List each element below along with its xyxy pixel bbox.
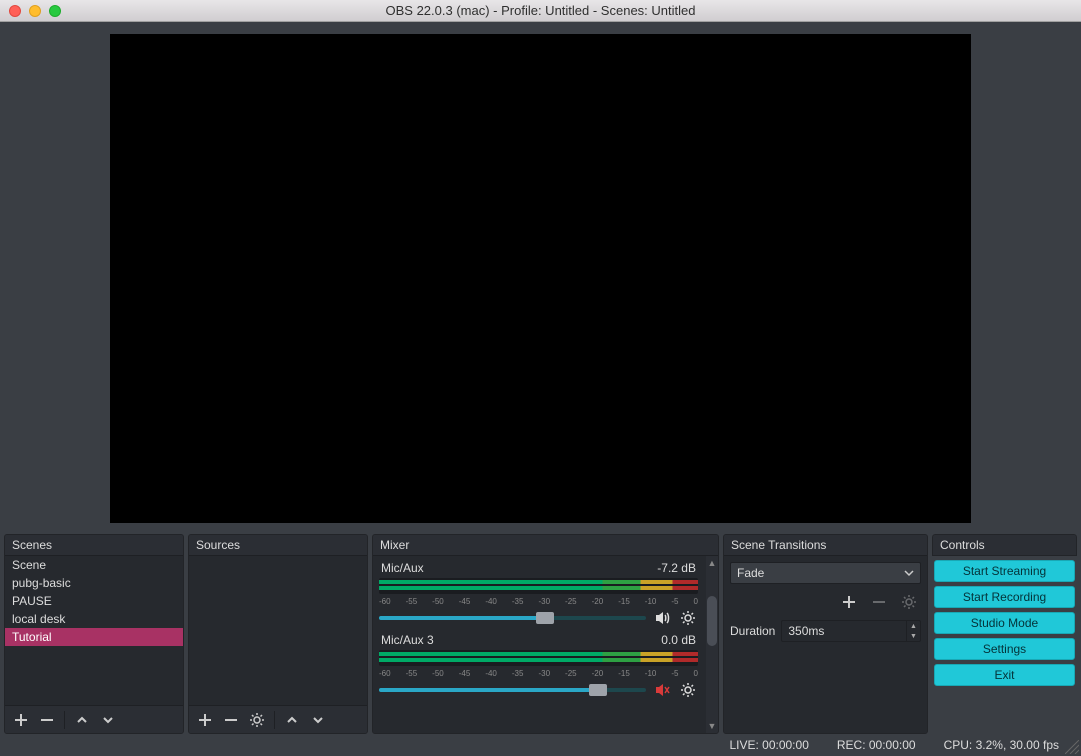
status-rec: REC: 00:00:00 [837, 738, 916, 752]
scroll-thumb[interactable] [707, 596, 717, 646]
mute-button[interactable] [652, 608, 672, 628]
mixer-panel-header: Mixer [373, 535, 718, 556]
controls-panel-header: Controls [932, 534, 1077, 556]
preview-canvas[interactable] [110, 34, 971, 523]
transitions-panel-header: Scene Transitions [724, 535, 927, 556]
remove-scene-button[interactable] [35, 709, 59, 731]
plus-icon [14, 713, 28, 727]
chevron-up-icon [286, 714, 298, 726]
start-recording-button[interactable]: Start Recording [934, 586, 1075, 608]
scroll-up-icon[interactable]: ▲ [706, 556, 718, 570]
start-streaming-button[interactable]: Start Streaming [934, 560, 1075, 582]
sources-panel-header: Sources [189, 535, 367, 556]
add-transition-button[interactable] [839, 592, 859, 612]
scene-item[interactable]: pubg-basic [5, 574, 183, 592]
chevron-down-icon [102, 714, 114, 726]
scenes-panel-header: Scenes [5, 535, 183, 556]
gear-icon [901, 594, 917, 610]
move-source-up-button[interactable] [280, 709, 304, 731]
duration-step-down[interactable]: ▼ [906, 631, 920, 641]
mixer-list: Mic/Aux -7.2 dB -60-55-50-45-40-35-30-25-2… [373, 556, 718, 733]
move-source-down-button[interactable] [306, 709, 330, 731]
move-scene-up-button[interactable] [70, 709, 94, 731]
studio-mode-button[interactable]: Studio Mode [934, 612, 1075, 634]
mixer-panel: Mixer Mic/Aux -7.2 dB -60-55-50-45-40-35-3… [372, 534, 719, 734]
remove-transition-button[interactable] [869, 592, 889, 612]
preview-area [0, 22, 1081, 534]
mixer-channel-name: Mic/Aux 3 [381, 633, 434, 647]
unmute-button[interactable] [652, 680, 672, 700]
exit-button[interactable]: Exit [934, 664, 1075, 686]
remove-source-button[interactable] [219, 709, 243, 731]
mixer-channel-level: -7.2 dB [657, 561, 696, 575]
scene-item[interactable]: PAUSE [5, 592, 183, 610]
minus-icon [872, 595, 886, 609]
vu-meter: -60-55-50-45-40-35-30-25-20-15-10-50 [379, 578, 698, 594]
duration-label: Duration [730, 624, 775, 638]
gear-icon [680, 610, 696, 626]
add-scene-button[interactable] [9, 709, 33, 731]
speaker-muted-icon [654, 682, 670, 698]
move-scene-down-button[interactable] [96, 709, 120, 731]
add-source-button[interactable] [193, 709, 217, 731]
chevron-up-icon [76, 714, 88, 726]
mixer-settings-button[interactable] [678, 680, 698, 700]
titlebar: OBS 22.0.3 (mac) - Profile: Untitled - S… [0, 0, 1081, 22]
duration-step-up[interactable]: ▲ [906, 621, 920, 631]
minus-icon [224, 713, 238, 727]
scroll-down-icon[interactable]: ▼ [706, 719, 718, 733]
sources-list[interactable] [189, 556, 367, 705]
zoom-window-button[interactable] [49, 5, 61, 17]
scene-item[interactable]: Tutorial [5, 628, 183, 646]
plus-icon [842, 595, 856, 609]
minimize-window-button[interactable] [29, 5, 41, 17]
mixer-channel: Mic/Aux -7.2 dB -60-55-50-45-40-35-30-25-2… [379, 560, 698, 628]
status-bar: LIVE: 00:00:00 REC: 00:00:00 CPU: 3.2%, … [0, 734, 1081, 756]
speaker-icon [654, 610, 670, 626]
duration-input[interactable]: 350ms ▲ ▼ [781, 620, 921, 642]
scenes-panel: Scenes Scenepubg-basicPAUSElocal deskTut… [4, 534, 184, 734]
vu-meter: -60-55-50-45-40-35-30-25-20-15-10-50 [379, 650, 698, 666]
transition-current: Fade [737, 566, 764, 580]
transitions-panel: Scene Transitions Fade [723, 534, 928, 734]
gear-icon [680, 682, 696, 698]
mixer-scrollbar[interactable]: ▲ ▼ [706, 556, 718, 733]
controls-panel: Controls Start Streaming Start Recording S… [932, 534, 1077, 734]
mixer-settings-button[interactable] [678, 608, 698, 628]
scenes-list[interactable]: Scenepubg-basicPAUSElocal deskTutorial [5, 556, 183, 705]
mixer-channel-name: Mic/Aux [381, 561, 424, 575]
plus-icon [198, 713, 212, 727]
window-title: OBS 22.0.3 (mac) - Profile: Untitled - S… [0, 3, 1081, 18]
status-cpu: CPU: 3.2%, 30.00 fps [944, 738, 1059, 752]
status-live: LIVE: 00:00:00 [729, 738, 808, 752]
sources-panel: Sources [188, 534, 368, 734]
transition-select[interactable]: Fade [730, 562, 921, 584]
source-properties-button[interactable] [245, 709, 269, 731]
volume-slider[interactable] [379, 616, 646, 620]
volume-slider[interactable] [379, 688, 646, 692]
settings-button[interactable]: Settings [934, 638, 1075, 660]
close-window-button[interactable] [9, 5, 21, 17]
scene-item[interactable]: Scene [5, 556, 183, 574]
mixer-channel-level: 0.0 dB [661, 633, 696, 647]
duration-value: 350ms [782, 621, 906, 641]
minus-icon [40, 713, 54, 727]
resize-grip-icon[interactable] [1065, 740, 1079, 754]
mixer-channel: Mic/Aux 3 0.0 dB -60-55-50-45-40-35-30-25-… [379, 632, 698, 700]
chevron-down-icon [312, 714, 324, 726]
transition-properties-button[interactable] [899, 592, 919, 612]
scene-item[interactable]: local desk [5, 610, 183, 628]
chevron-down-icon [904, 568, 914, 578]
gear-icon [249, 712, 265, 728]
